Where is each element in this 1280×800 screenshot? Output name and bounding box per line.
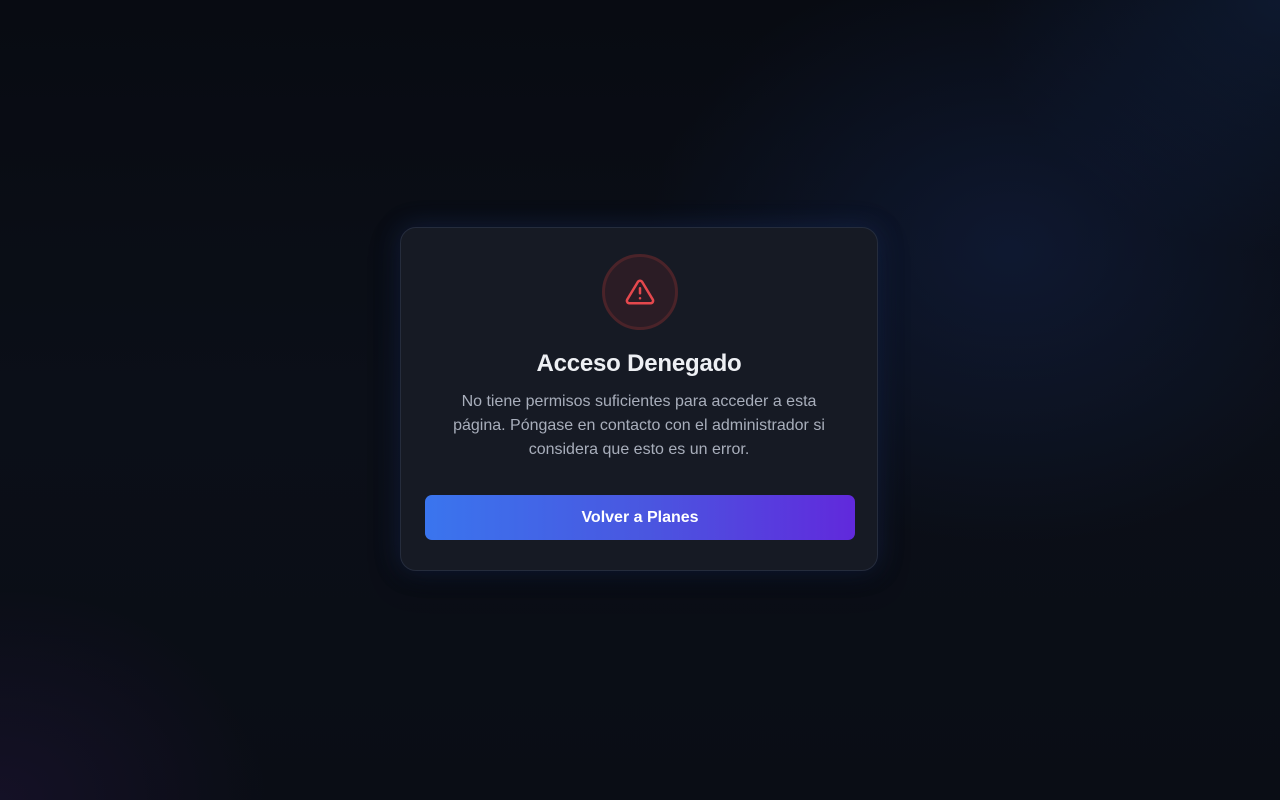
back-to-plans-button[interactable]: Volver a Planes	[425, 495, 855, 540]
page-title: Acceso Denegado	[536, 350, 742, 377]
access-denied-card: Acceso Denegado No tiene permisos sufici…	[400, 227, 878, 571]
error-message: No tiene permisos suficientes para acced…	[453, 393, 825, 458]
warning-triangle-icon	[625, 279, 655, 305]
warning-icon-circle	[602, 254, 678, 330]
